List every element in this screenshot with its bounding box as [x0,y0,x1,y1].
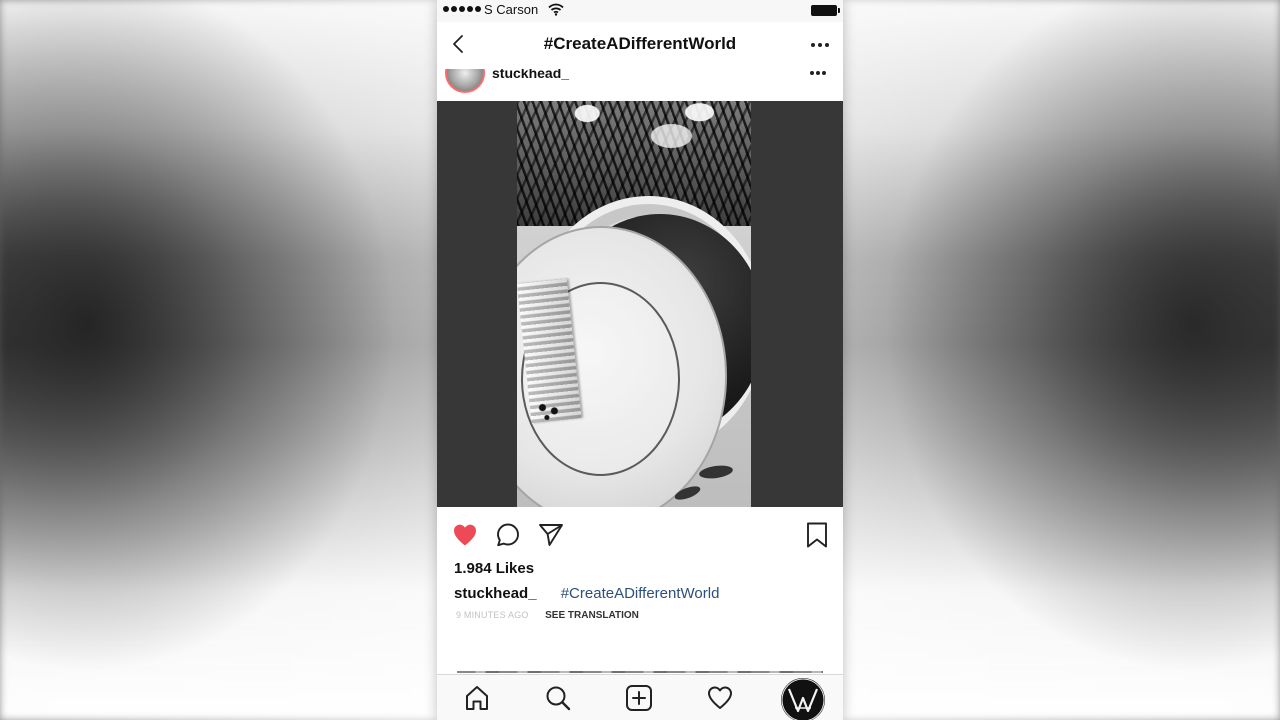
status-bar: S Carson [437,0,843,22]
page-title: #CreateADifferentWorld [543,34,737,53]
top-navigation-bar: #CreateADifferentWorld [437,22,843,70]
bookmark-icon[interactable] [805,521,829,549]
post-time-ago: 9 MINUTES AGO [456,610,529,620]
post-caption: stuckhead_ #CreateADifferentWorld [454,585,719,602]
ellipsis-icon[interactable] [811,43,829,47]
post-video[interactable] [437,101,843,507]
post-header: stuckhead_ [437,69,843,101]
home-icon[interactable] [462,683,492,713]
bottom-tab-bar [437,674,843,720]
search-icon[interactable] [543,683,573,713]
paper-plane-icon[interactable] [537,521,565,549]
battery-full-icon [811,5,840,16]
heart-filled-icon[interactable] [451,521,479,549]
caption-username[interactable]: stuckhead_ [454,585,537,602]
paint-chip-image [698,463,734,481]
wifi-icon [548,3,564,16]
right-blurred-panel [843,0,1280,720]
see-translation-link[interactable]: SEE TRANSLATION [545,610,639,621]
heart-outline-icon[interactable] [705,683,735,713]
plus-square-icon[interactable] [624,683,654,713]
post-meta: 9 MINUTES AGO SEE TRANSLATION [456,610,639,621]
profile-logo-mark [781,678,825,720]
video-frame [517,101,751,507]
carrier-name: S Carson [484,2,539,17]
post-username[interactable]: stuckhead_ [492,69,569,81]
post-options-icon[interactable] [810,71,826,75]
comment-bubble-icon[interactable] [494,521,522,549]
likes-count[interactable]: 1.984 Likes [454,560,534,577]
profile-logo-icon[interactable] [781,678,825,720]
wrapper-pattern [534,401,568,423]
left-blurred-panel [0,0,437,720]
avatar[interactable] [445,69,485,93]
next-post-preview [457,671,823,673]
phone-screen: S Carson #CreateADifferentWorld stuckhea… [437,0,843,720]
post-actions [437,507,843,559]
signal-strength-icon [443,6,481,12]
caption-hashtag[interactable]: #CreateADifferentWorld [561,585,720,602]
